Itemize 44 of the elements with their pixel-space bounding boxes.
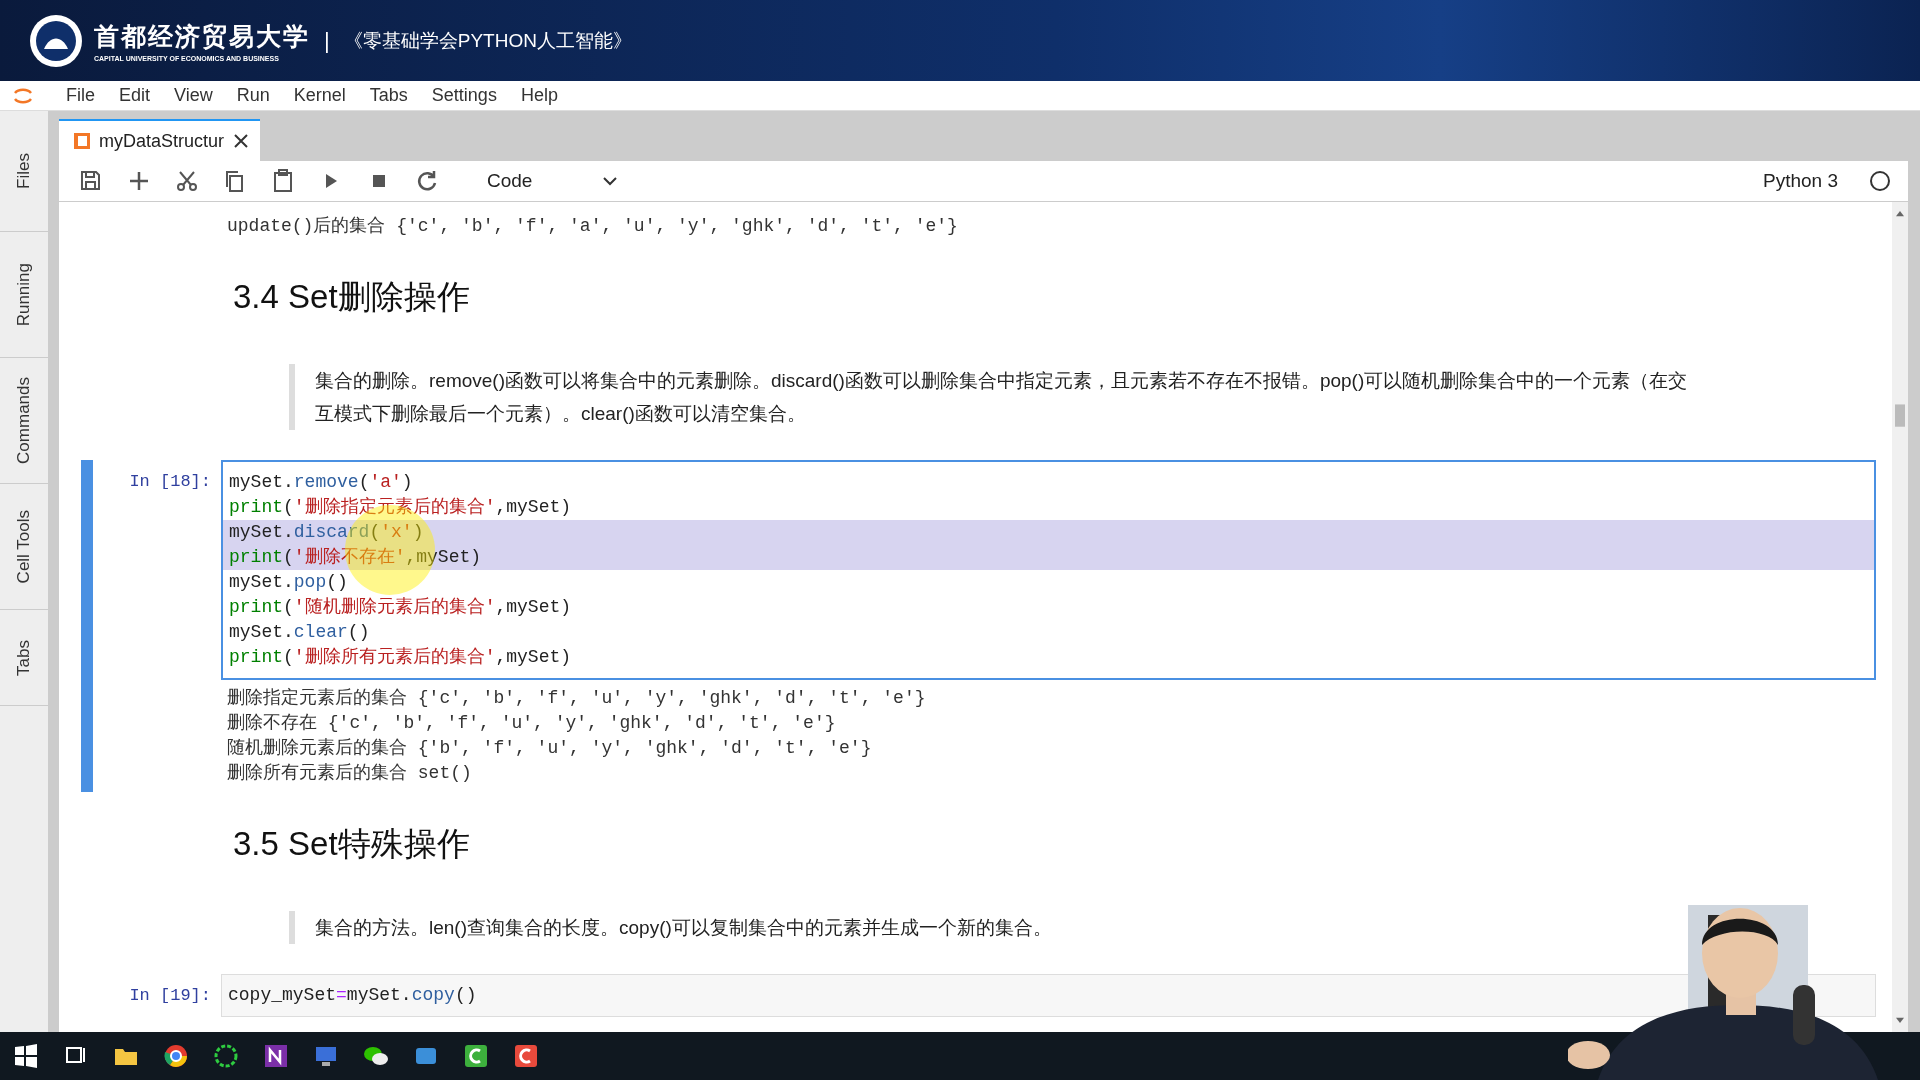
section-heading: 3.5 Set特殊操作 [233,824,471,864]
scrollbar[interactable] [1892,202,1908,1032]
menu-item[interactable]: Kernel [281,85,358,106]
university-name: 首都经济贸易大学 [94,20,310,53]
ring-icon[interactable] [212,1042,240,1070]
kernel-status-icon [1870,171,1890,191]
notebook-icon [73,132,91,150]
university-logo [28,12,84,69]
code-editor[interactable]: copy_mySet=mySet.copy() [221,974,1876,1017]
menu-item[interactable]: View [162,85,225,106]
code-line: mySet.clear() [228,621,371,644]
code-line: print('删除指定元素后的集合',mySet) [228,496,573,519]
cell-prompt: In [19]: [128,985,212,1007]
note-paragraph: 集合的删除。remove()函数可以将集合中的元素删除。discard()函数可以删除集合中指定元素，且元素若不存在不报错。pop()可以随机删除集合中的一个元素（在交互模式下删除最后一个元素）。clear()函数可以清空集合。 [289,364,1702,430]
menu-item[interactable]: Settings [419,85,509,106]
menu-item[interactable]: Help [508,85,570,106]
output-line: 删除不存在 {'c', 'b', 'f', 'u', 'y', 'ghk', 'd', 't', 'e'} [226,712,837,735]
kernel-name: Python 3 [1763,170,1838,192]
menu-item[interactable]: Edit [107,85,163,106]
cell-prompt: In [18]: [128,471,212,493]
caret-icon [602,176,619,186]
course-title: 《零基础学会PYTHON人工智能》 [343,28,632,53]
section-heading: 3.4 Set删除操作 [233,277,471,317]
close-icon[interactable] [232,132,251,150]
notes-app-icon[interactable] [262,1042,290,1070]
output-line: update()后的集合 {'c', 'b', 'f', 'a', 'u', 'y', 'ghk', 'd', 't', 'e'} [226,215,959,238]
output-line: 删除所有元素后的集合 set() [226,762,473,785]
notebook-tab[interactable]: myDataStructur [59,119,261,161]
code-line: mySet.remove('a') [228,471,414,494]
separator-text: | [324,27,330,54]
menu-item[interactable]: Tabs [357,85,420,106]
menu-item[interactable]: Run [224,85,282,106]
output-line: 删除指定元素后的集合 {'c', 'b', 'f', 'u', 'y', 'ghk', 'd', 't', 'e'} [226,687,927,710]
code-line: copy_mySet=mySet.copy() [227,984,478,1007]
code-line: mySet.pop() [228,571,349,594]
code-line: print('删除所有元素后的集合',mySet) [228,646,573,669]
output-line: 随机删除元素后的集合 {'b', 'f', 'u', 'y', 'ghk', 'd', 't', 'e'} [226,737,873,760]
menu-item[interactable]: File [54,85,107,106]
code-line: print('随机删除元素后的集合',mySet) [228,596,573,619]
windows-start-icon[interactable] [12,1042,40,1070]
recorder-app-icon[interactable] [462,1042,490,1070]
browser-icon[interactable] [162,1042,190,1070]
cell-type-dropdown[interactable]: Code [481,168,625,194]
editor-app-icon[interactable] [512,1042,540,1070]
